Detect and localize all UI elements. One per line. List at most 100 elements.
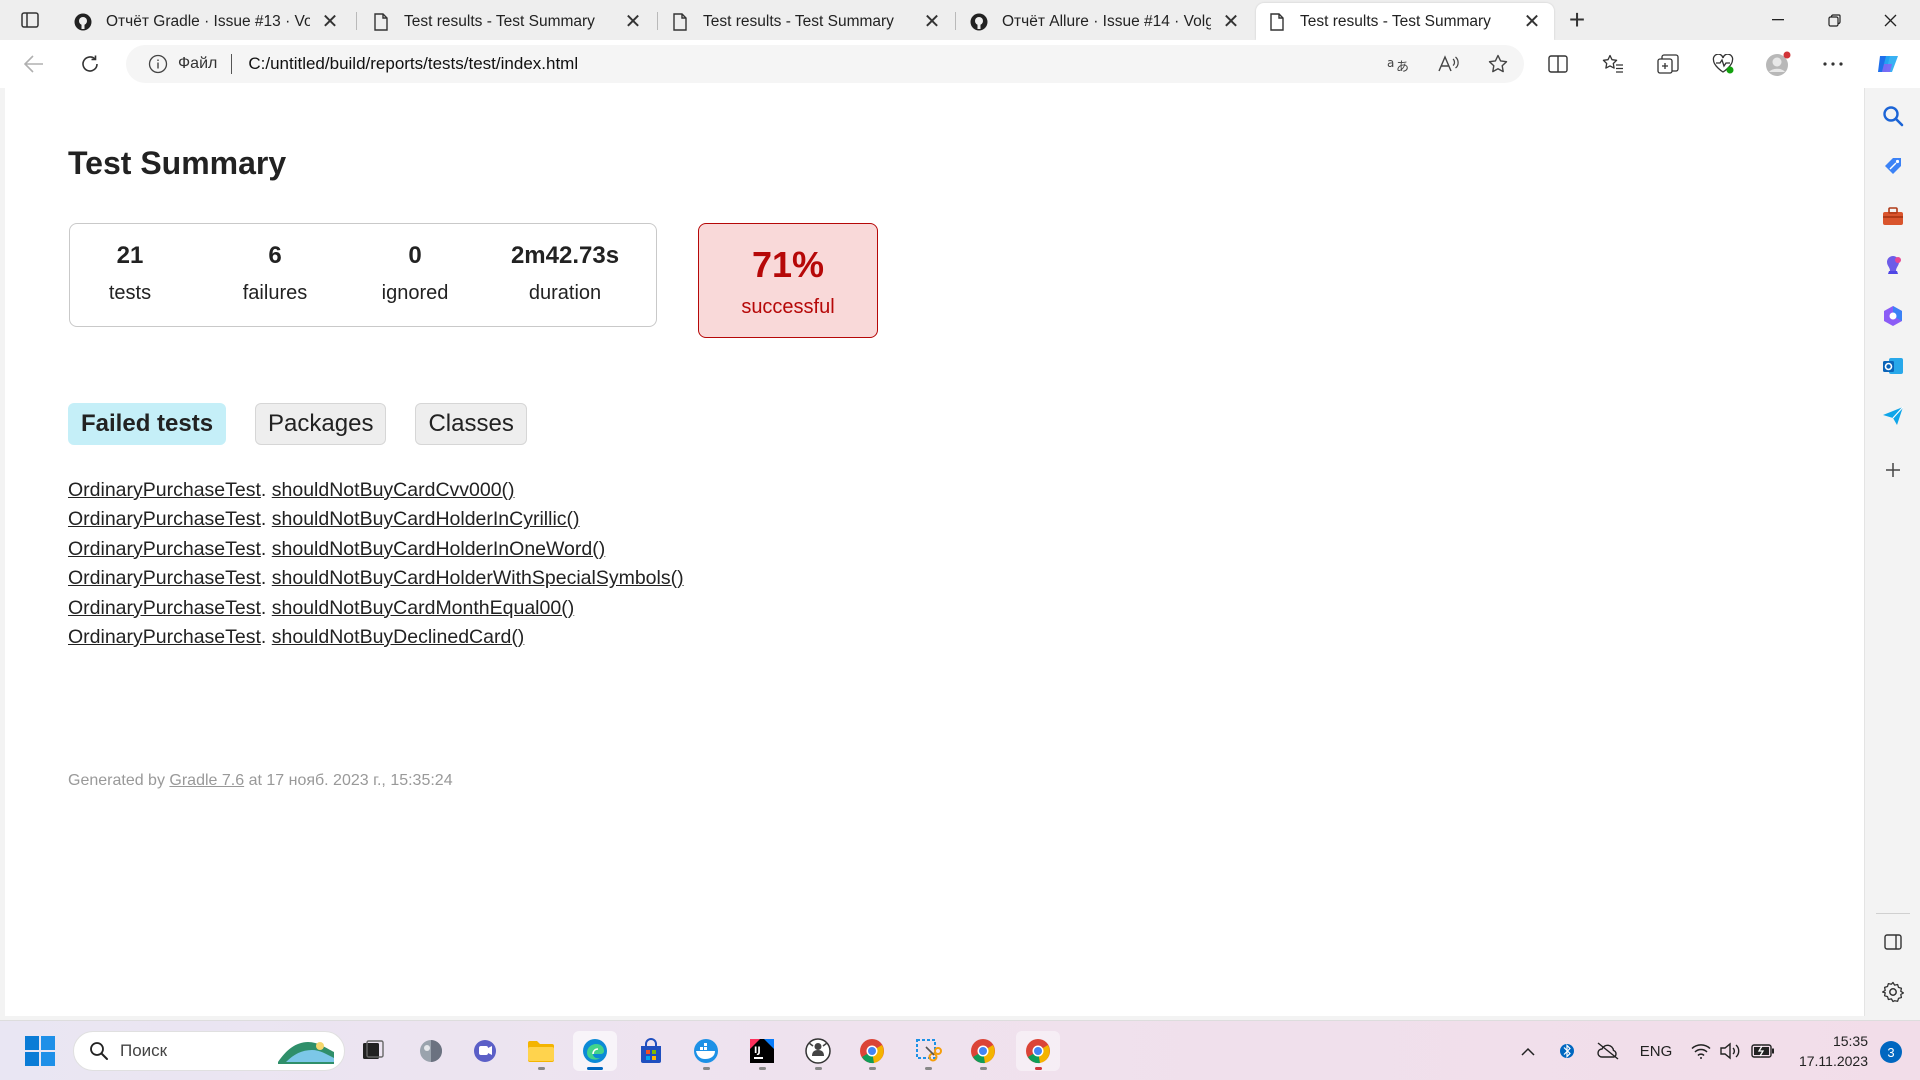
clock-date: 17.11.2023: [1798, 1053, 1868, 1069]
github-icon: [74, 13, 92, 31]
counter-label: tests: [108, 282, 152, 304]
tab-packages[interactable]: Packages: [255, 403, 387, 445]
more-menu-icon[interactable]: [1815, 48, 1851, 80]
sidebar-hide-icon[interactable]: [1879, 928, 1907, 956]
failed-test-method-link[interactable]: shouldNotBuyCardCvv000(): [272, 479, 515, 501]
counter-tests: 21 tests: [95, 242, 165, 305]
translate-icon[interactable]: aあ: [1380, 48, 1416, 80]
gradle-link[interactable]: Gradle 7.6: [169, 772, 244, 789]
search-placeholder: Поиск: [120, 1041, 168, 1060]
address-bar[interactable]: Файл C:/untitled/build/reports/tests/tes…: [126, 45, 1524, 83]
taskbar-widgets-icon[interactable]: [409, 1031, 453, 1071]
sidebar-divider: [1876, 913, 1910, 914]
failed-test-method-link[interactable]: shouldNotBuyDeclinedCard(): [272, 626, 525, 648]
restore-icon[interactable]: [1806, 0, 1862, 40]
favorites-icon[interactable]: [1595, 48, 1631, 80]
taskbar-github-desktop-icon[interactable]: [796, 1031, 840, 1071]
browser-tab-1[interactable]: Отчёт Gradle · Issue #13 · Volgog ✕: [62, 3, 352, 40]
tab-title: Отчёт Gradle · Issue #13 · Volgog: [106, 12, 310, 30]
sidebar-add-icon[interactable]: [1879, 456, 1907, 484]
counter-value: 0: [408, 242, 422, 269]
taskbar-docker-icon[interactable]: [684, 1031, 728, 1071]
taskbar-intellij-icon[interactable]: IJ: [740, 1031, 784, 1071]
copilot-icon[interactable]: [1870, 48, 1906, 80]
tab-close-icon[interactable]: ✕: [623, 12, 643, 32]
collections-icon[interactable]: [1650, 48, 1686, 80]
refresh-icon[interactable]: [72, 48, 108, 80]
tray-wifi-icon[interactable]: [1688, 1031, 1714, 1071]
tab-classes[interactable]: Classes: [415, 403, 527, 445]
windows-start-icon[interactable]: [24, 1035, 56, 1067]
new-tab-button[interactable]: +: [1560, 4, 1594, 36]
counter-label: ignored: [381, 282, 449, 304]
failed-test-method-link[interactable]: shouldNotBuyCardMonthEqual00(): [272, 597, 574, 619]
failed-test-class-link[interactable]: OrdinaryPurchaseTest: [68, 479, 261, 501]
sidebar-shopping-icon[interactable]: [1879, 152, 1907, 180]
tray-battery-icon[interactable]: [1748, 1031, 1778, 1071]
browser-tab-4[interactable]: Отчёт Allure · Issue #14 · Volgog ✕: [958, 3, 1253, 40]
failed-test-class-link[interactable]: OrdinaryPurchaseTest: [68, 567, 261, 589]
address-url[interactable]: C:/untitled/build/reports/tests/test/ind…: [248, 54, 578, 74]
sidebar-games-icon[interactable]: [1879, 252, 1907, 280]
tab-close-icon[interactable]: ✕: [1221, 12, 1241, 32]
failed-test-class-link[interactable]: OrdinaryPurchaseTest: [68, 538, 261, 560]
failed-test-method-link[interactable]: shouldNotBuyCardHolderInCyrillic(): [272, 508, 580, 530]
split-screen-icon[interactable]: [1540, 48, 1576, 80]
footer-suffix: at 17 нояб. 2023 г., 15:35:24: [244, 772, 453, 789]
taskbar-file-explorer-icon[interactable]: [519, 1031, 563, 1071]
sidebar-microsoft365-icon[interactable]: [1879, 302, 1907, 330]
taskbar-snipping-tool-icon[interactable]: [906, 1031, 950, 1071]
list-item: OrdinaryPurchaseTest. shouldNotBuyCardHo…: [68, 537, 606, 560]
profile-avatar-icon[interactable]: [1760, 48, 1796, 80]
taskbar-edge-icon[interactable]: [573, 1031, 617, 1071]
taskbar-search[interactable]: Поиск: [73, 1031, 345, 1071]
taskbar-chrome-icon-3[interactable]: [1016, 1031, 1060, 1071]
taskbar-store-icon[interactable]: [629, 1031, 673, 1071]
taskbar-teams-chat-icon[interactable]: [463, 1031, 507, 1071]
browser-tab-2[interactable]: Test results - Test Summary ✕: [360, 3, 655, 40]
tray-volume-icon[interactable]: [1718, 1031, 1744, 1071]
browser-essentials-icon[interactable]: [1705, 48, 1741, 80]
tab-close-icon[interactable]: ✕: [1522, 12, 1542, 32]
failed-test-method-link[interactable]: shouldNotBuyCardHolderInOneWord(): [272, 538, 605, 560]
taskbar-clock[interactable]: 15:35 17.11.2023: [1788, 1031, 1868, 1071]
counter-duration: 2m42.73s duration: [495, 242, 635, 305]
taskbar-chrome-icon-2[interactable]: [961, 1031, 1005, 1071]
failed-test-method-link[interactable]: shouldNotBuyCardHolderWithSpecialSymbols…: [272, 567, 684, 589]
browser-tabstrip: Отчёт Gradle · Issue #13 · Volgog ✕ Test…: [0, 0, 1920, 40]
minimize-icon[interactable]: [1750, 0, 1806, 40]
success-label: successful: [741, 296, 835, 318]
info-icon[interactable]: [148, 54, 168, 74]
sidebar-settings-icon[interactable]: [1879, 978, 1907, 1006]
back-icon[interactable]: [16, 48, 52, 80]
close-window-icon[interactable]: [1862, 0, 1918, 40]
sidebar-send-icon[interactable]: [1879, 402, 1907, 430]
tray-language[interactable]: ENG: [1636, 1031, 1676, 1071]
failed-test-class-link[interactable]: OrdinaryPurchaseTest: [68, 508, 261, 530]
clock-time: 15:35: [1832, 1033, 1868, 1049]
tab-actions-icon[interactable]: [14, 6, 46, 34]
tab-title: Отчёт Allure · Issue #14 · Volgog: [1002, 12, 1211, 30]
tray-onedrive-off-icon[interactable]: [1594, 1031, 1622, 1071]
favorite-star-icon[interactable]: [1480, 48, 1516, 80]
tab-failed-tests[interactable]: Failed tests: [68, 403, 227, 445]
tab-close-icon[interactable]: ✕: [922, 12, 942, 32]
failed-test-class-link[interactable]: OrdinaryPurchaseTest: [68, 597, 261, 619]
sidebar-tools-icon[interactable]: [1879, 202, 1907, 230]
browser-tab-3[interactable]: Test results - Test Summary ✕: [659, 3, 954, 40]
failed-test-class-link[interactable]: OrdinaryPurchaseTest: [68, 626, 261, 648]
tab-title: Test results - Test Summary: [404, 12, 595, 30]
tray-overflow-chevron-icon[interactable]: [1514, 1031, 1542, 1071]
read-aloud-icon[interactable]: [1430, 48, 1466, 80]
sidebar-outlook-icon[interactable]: [1879, 352, 1907, 380]
notification-count-badge[interactable]: 3: [1880, 1041, 1902, 1063]
tab-close-icon[interactable]: ✕: [320, 12, 340, 32]
tray-bluetooth-icon[interactable]: [1554, 1031, 1580, 1071]
taskbar-chrome-icon[interactable]: [850, 1031, 894, 1071]
taskbar-task-view-icon[interactable]: [351, 1031, 395, 1071]
browser-tab-5-active[interactable]: Test results - Test Summary ✕: [1256, 3, 1554, 40]
svg-text:IJ: IJ: [754, 1046, 761, 1056]
tab-separator: [657, 12, 658, 30]
address-scheme-label: Файл: [178, 55, 218, 72]
sidebar-search-icon[interactable]: [1879, 102, 1907, 130]
